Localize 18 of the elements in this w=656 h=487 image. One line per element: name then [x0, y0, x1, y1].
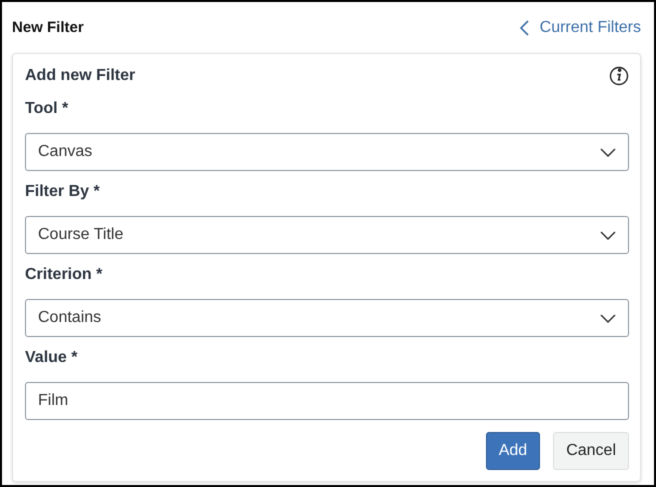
- card-title: Add new Filter: [25, 67, 136, 85]
- panel-title: New Filter: [12, 19, 84, 36]
- field-label: Tool *: [25, 100, 70, 119]
- chevron-left-icon: [520, 20, 529, 36]
- chevron-down-icon: [600, 230, 616, 240]
- dropdown[interactable]: Contains: [25, 299, 629, 337]
- dropdown[interactable]: Course Title: [25, 216, 629, 254]
- info-icon: [609, 66, 629, 86]
- chevron-down-icon: [600, 148, 616, 156]
- dropdown[interactable]: Canvas: [25, 133, 629, 171]
- add-button[interactable]: Add: [486, 432, 540, 470]
- chevron-down-icon: [600, 314, 616, 322]
- cancel-button[interactable]: Cancel: [553, 432, 629, 470]
- field-label: Criterion *: [25, 266, 104, 285]
- current-filters-link[interactable]: Current Filters: [520, 18, 641, 36]
- input-field[interactable]: Film: [25, 382, 629, 420]
- field-label: Filter By *: [25, 183, 101, 202]
- field-label: Value *: [25, 349, 78, 368]
